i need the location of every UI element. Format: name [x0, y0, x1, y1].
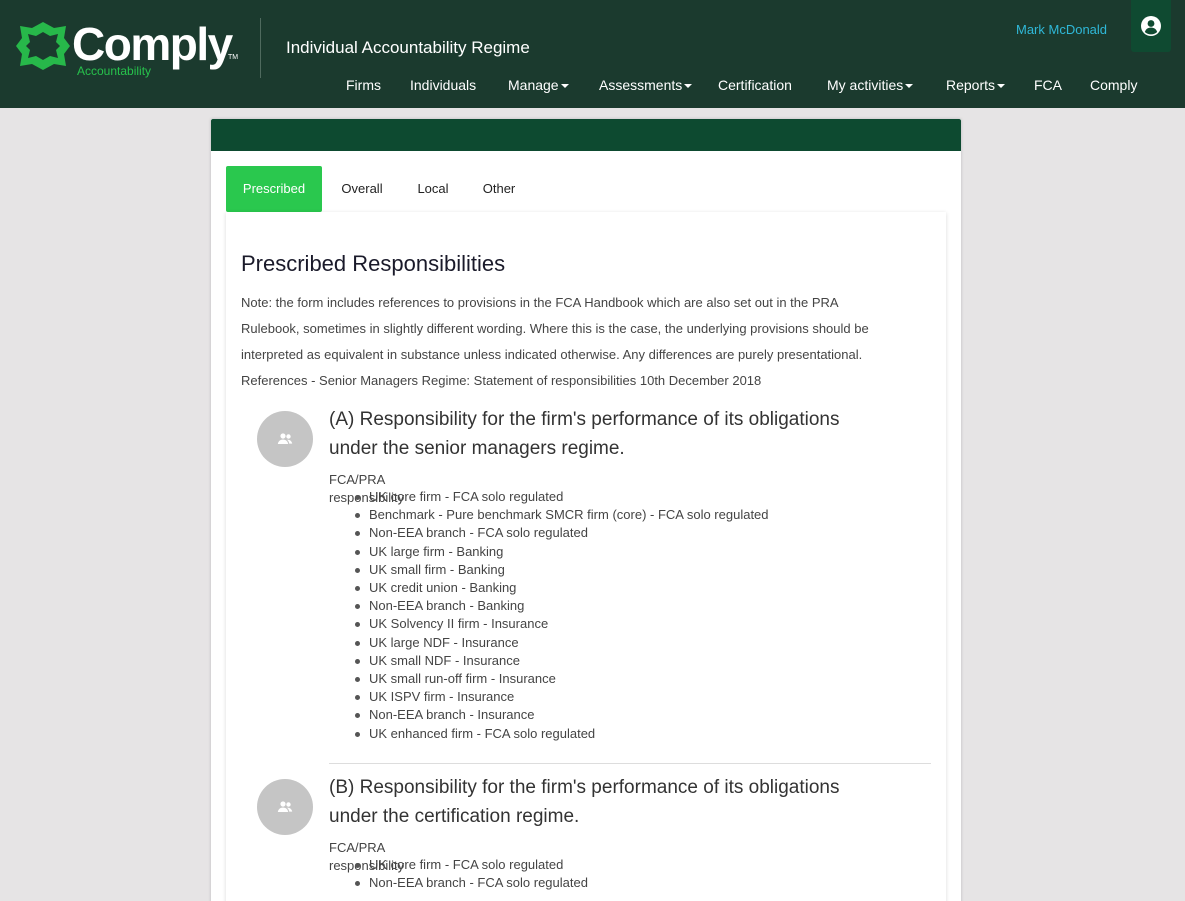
nav-label: Individuals	[410, 77, 477, 93]
user-name-link[interactable]: Mark McDonald	[1016, 22, 1107, 38]
nav-comply[interactable]: Comply	[1090, 76, 1137, 94]
users-icon	[277, 433, 293, 444]
nav-label: My activities	[827, 77, 904, 93]
users-icon	[277, 801, 293, 812]
list-item: UK small NDF - Insurance	[355, 652, 769, 670]
list-item: Non-EEA branch - Banking	[355, 597, 769, 615]
nav-individuals[interactable]: Individuals	[410, 76, 476, 94]
note-text: Note: the form includes references to pr…	[241, 290, 931, 394]
caret-down-icon	[997, 84, 1006, 89]
comply-logo[interactable]: Comply TM Accountability	[14, 16, 244, 80]
title-line: (A) Responsibility for the firm's perfor…	[329, 409, 840, 430]
nav-label: Certification	[718, 77, 792, 93]
top-header: Comply TM Accountability Individual Acco…	[0, 0, 1185, 108]
list-item: Non-EEA branch - Insurance	[355, 706, 769, 724]
user-circle-icon	[1141, 16, 1161, 36]
nav-label: Manage	[508, 77, 559, 93]
nav-label: FCA	[1034, 77, 1062, 93]
caret-down-icon	[905, 84, 914, 89]
note-line: Rulebook, sometimes in slightly differen…	[241, 321, 869, 336]
user-menu-button[interactable]	[1131, 0, 1171, 52]
nav-reports[interactable]: Reports	[946, 76, 1006, 94]
firm-type-list: UK core firm - FCA solo regulated Benchm…	[355, 488, 769, 743]
list-item: Non-EEA branch - FCA solo regulated	[355, 524, 769, 542]
section-divider	[329, 763, 931, 764]
note-line: interpreted as equivalent in substance u…	[241, 347, 863, 362]
header-divider	[260, 18, 261, 78]
list-item: UK enhanced firm - FCA solo regulated	[355, 725, 769, 743]
tab-other[interactable]: Other	[473, 166, 525, 212]
logo-tagline: Accountability	[77, 64, 152, 78]
panel-header-bar	[211, 119, 961, 151]
logo-mark-icon	[16, 22, 70, 70]
list-item: Non-EEA branch - FCA solo regulated	[355, 874, 588, 892]
tab-overall[interactable]: Overall	[330, 166, 394, 212]
title-line: (B) Responsibility for the firm's perfor…	[329, 777, 840, 798]
nav-label: Comply	[1090, 77, 1138, 93]
nav-certification[interactable]: Certification	[718, 76, 792, 94]
nav-my-activities[interactable]: My activities	[827, 76, 914, 94]
note-line: Note: the form includes references to pr…	[241, 295, 839, 310]
logo-trademark: TM	[228, 54, 239, 61]
tab-content: Prescribed Responsibilities Note: the fo…	[226, 212, 946, 901]
nav-label: Firms	[346, 77, 381, 93]
group-avatar	[257, 411, 313, 467]
tab-prescribed[interactable]: Prescribed	[226, 166, 322, 212]
nav-manage[interactable]: Manage	[508, 76, 569, 94]
nav-label: Assessments	[599, 77, 683, 93]
list-item: UK Solvency II firm - Insurance	[355, 615, 769, 633]
list-item: UK core firm - FCA solo regulated	[355, 488, 769, 506]
responsibility-title: (A) Responsibility for the firm's perfor…	[329, 405, 919, 463]
nav-assessments[interactable]: Assessments	[599, 76, 693, 94]
title-line: under the senior managers regime.	[329, 438, 625, 459]
list-item: UK large firm - Banking	[355, 543, 769, 561]
note-line: References - Senior Managers Regime: Sta…	[241, 373, 762, 388]
list-item: UK small run-off firm - Insurance	[355, 670, 769, 688]
nav-label: Reports	[946, 77, 996, 93]
firm-type-list: UK core firm - FCA solo regulated Non-EE…	[355, 856, 588, 892]
nav-firms[interactable]: Firms	[346, 76, 381, 94]
tab-local[interactable]: Local	[408, 166, 458, 212]
group-avatar	[257, 779, 313, 835]
list-item: UK credit union - Banking	[355, 579, 769, 597]
list-item: Benchmark - Pure benchmark SMCR firm (co…	[355, 506, 769, 524]
responsibilities-panel: Prescribed Overall Local Other Prescribe…	[211, 119, 961, 901]
list-item: UK ISPV firm - Insurance	[355, 688, 769, 706]
title-line: under the certification regime.	[329, 806, 580, 827]
list-item: UK core firm - FCA solo regulated	[355, 856, 588, 874]
list-item: UK large NDF - Insurance	[355, 634, 769, 652]
list-item: UK small firm - Banking	[355, 561, 769, 579]
nav-fca[interactable]: FCA	[1034, 76, 1062, 94]
caret-down-icon	[684, 84, 693, 89]
responsibility-title: (B) Responsibility for the firm's perfor…	[329, 773, 919, 831]
page-title: Prescribed Responsibilities	[241, 251, 506, 276]
caret-down-icon	[560, 84, 569, 89]
app-title: Individual Accountability Regime	[286, 38, 530, 57]
